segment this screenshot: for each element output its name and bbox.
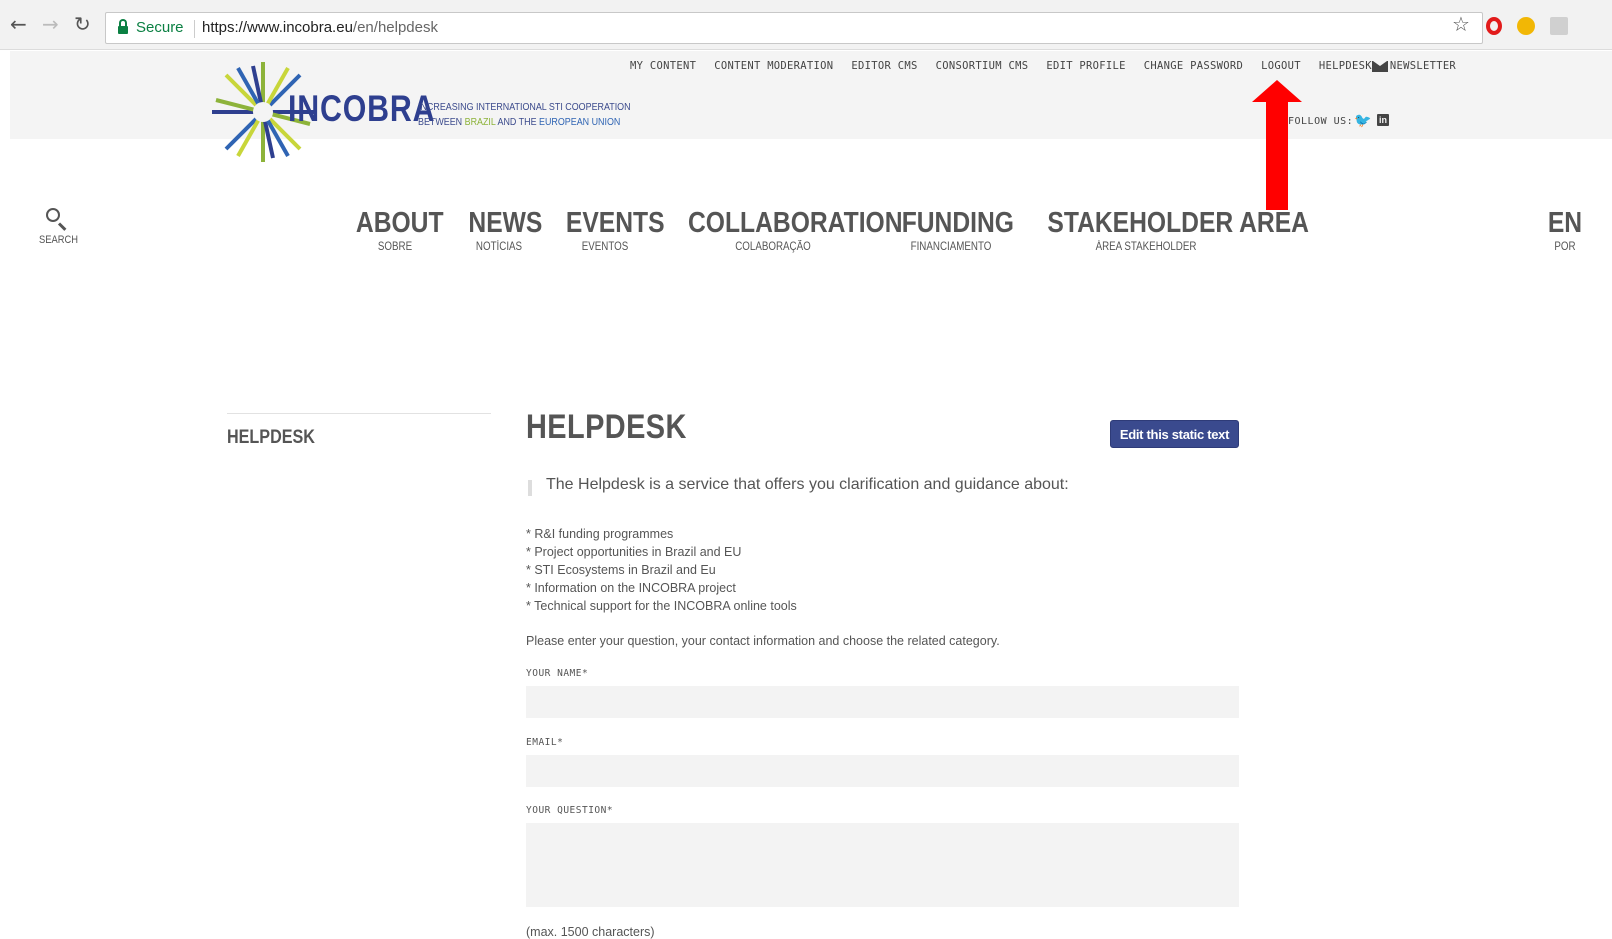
nav-about-label: ABOUT bbox=[355, 207, 444, 239]
email-field[interactable] bbox=[526, 755, 1239, 787]
page-title: HELPDESK bbox=[526, 408, 687, 446]
site-tagline: INCREASING INTERNATIONAL STI COOPERATION… bbox=[418, 100, 631, 130]
tagline-line-1: INCREASING INTERNATIONAL STI COOPERATION bbox=[418, 101, 631, 113]
url-path: /en/helpdesk bbox=[352, 19, 438, 36]
nav-about-sub: SOBRE bbox=[377, 241, 413, 253]
address-separator bbox=[194, 20, 195, 38]
lock-icon bbox=[118, 19, 128, 34]
link-edit-profile[interactable]: EDIT PROFILE bbox=[1046, 60, 1125, 72]
red-arrow-annotation-icon bbox=[1252, 80, 1302, 210]
nav-funding-label: FUNDING bbox=[901, 207, 1014, 239]
link-logout[interactable]: LOGOUT bbox=[1261, 60, 1301, 72]
form-instruction: Please enter your question, your contact… bbox=[526, 634, 1000, 648]
email-label: EMAIL* bbox=[526, 737, 564, 748]
link-change-password[interactable]: CHANGE PASSWORD bbox=[1144, 60, 1243, 72]
opera-extension-icon[interactable] bbox=[1486, 17, 1502, 35]
nav-events-sub: EVENTOS bbox=[581, 241, 629, 253]
tagline-between: BETWEEN bbox=[418, 116, 465, 128]
list-item: * Project opportunities in Brazil and EU bbox=[526, 545, 742, 559]
secure-label: Secure bbox=[136, 19, 184, 36]
url-text[interactable]: https://www.incobra.eu/en/helpdesk bbox=[202, 13, 438, 43]
logo-wordmark[interactable]: INCOBRA bbox=[288, 88, 435, 130]
nav-funding-sub: FINANCIAMENTO bbox=[910, 241, 992, 253]
nav-stakeholder-area-sub: ÁREA STAKEHOLDER bbox=[1095, 241, 1197, 253]
question-textarea[interactable] bbox=[526, 823, 1239, 907]
rocket-extension-icon[interactable] bbox=[1517, 17, 1535, 35]
nav-about[interactable]: ABOUT SOBRE bbox=[349, 206, 444, 254]
nav-events-label: EVENTS bbox=[565, 207, 665, 239]
forward-arrow-icon[interactable]: → bbox=[42, 14, 59, 34]
nav-collaboration-sub: COLABORAÇÃO bbox=[735, 241, 811, 253]
name-label: YOUR NAME* bbox=[526, 668, 589, 679]
list-item: * Information on the INCOBRA project bbox=[526, 581, 736, 595]
question-label: YOUR QUESTION* bbox=[526, 805, 614, 816]
tagline-and: AND THE bbox=[495, 116, 540, 128]
intro-text: The Helpdesk is a service that offers yo… bbox=[546, 476, 1069, 493]
max-characters-note: (max. 1500 characters) bbox=[526, 925, 655, 939]
nav-collaboration-label: COLLABORATION bbox=[688, 207, 903, 239]
link-newsletter[interactable]: NEWSLETTER bbox=[1390, 60, 1456, 72]
helpdesk-topic-list: * R&I funding programmes * Project oppor… bbox=[526, 525, 797, 615]
link-helpdesk[interactable]: HELPDESK bbox=[1319, 60, 1372, 72]
list-item: * Technical support for the INCOBRA onli… bbox=[526, 599, 797, 613]
back-arrow-icon[interactable]: ← bbox=[10, 14, 27, 34]
nav-stakeholder-area-label: STAKEHOLDER AREA bbox=[1047, 207, 1309, 239]
reload-icon[interactable]: ↻ bbox=[74, 14, 91, 34]
list-item: * STI Ecosystems in Brazil and Eu bbox=[526, 563, 716, 577]
lang-current: EN bbox=[1547, 207, 1583, 239]
nav-news-label: NEWS bbox=[468, 207, 543, 239]
name-field[interactable] bbox=[526, 686, 1239, 718]
nav-collaboration[interactable]: COLLABORATION COLABORAÇÃO bbox=[673, 206, 903, 254]
link-my-content[interactable]: MY CONTENT bbox=[630, 60, 696, 72]
address-bar[interactable]: Secure https://www.incobra.eu/en/helpdes… bbox=[105, 12, 1483, 44]
list-item: * R&I funding programmes bbox=[526, 527, 674, 541]
link-consortium-cms[interactable]: CONSORTIUM CMS bbox=[936, 60, 1029, 72]
nav-funding[interactable]: FUNDING FINANCIAMENTO bbox=[893, 206, 1014, 254]
bookmark-star-icon[interactable]: ☆ bbox=[1452, 14, 1470, 34]
nav-stakeholder-area[interactable]: STAKEHOLDER AREA ÁREA STAKEHOLDER bbox=[1030, 206, 1309, 254]
linkedin-icon[interactable]: in bbox=[1377, 114, 1389, 126]
url-host: https://www.incobra.eu bbox=[202, 19, 353, 36]
mail-icon[interactable] bbox=[1372, 61, 1388, 72]
nav-events[interactable]: EVENTS EVENTOS bbox=[559, 206, 665, 254]
sidebar-divider bbox=[227, 413, 491, 414]
language-switcher[interactable]: EN POR bbox=[1540, 206, 1590, 254]
link-content-moderation[interactable]: CONTENT MODERATION bbox=[714, 60, 833, 72]
tagline-eu: EUROPEAN UNION bbox=[539, 116, 621, 128]
main-navigation: ABOUT SOBRE NEWS NOTÍCIAS EVENTS EVENTOS… bbox=[0, 206, 1612, 266]
twitter-icon[interactable]: 🐦 bbox=[1354, 113, 1371, 129]
browser-toolbar: ← → ↻ Secure https://www.incobra.eu/en/h… bbox=[0, 0, 1612, 50]
pdf-extension-icon[interactable] bbox=[1550, 17, 1568, 35]
tagline-brazil: BRAZIL bbox=[464, 116, 496, 128]
tagline-line-2: BETWEEN BRAZIL AND THE EUROPEAN UNION bbox=[418, 115, 631, 130]
nav-news[interactable]: NEWS NOTÍCIAS bbox=[463, 206, 543, 254]
nav-news-sub: NOTÍCIAS bbox=[475, 241, 523, 253]
quote-bar bbox=[528, 480, 532, 496]
account-links: MY CONTENT CONTENT MODERATION EDITOR CMS… bbox=[630, 60, 1456, 72]
sidebar-item-helpdesk[interactable]: HELPDESK bbox=[227, 427, 315, 449]
link-editor-cms[interactable]: EDITOR CMS bbox=[851, 60, 917, 72]
edit-static-text-button[interactable]: Edit this static text bbox=[1110, 420, 1239, 448]
lang-other[interactable]: POR bbox=[1544, 240, 1587, 254]
